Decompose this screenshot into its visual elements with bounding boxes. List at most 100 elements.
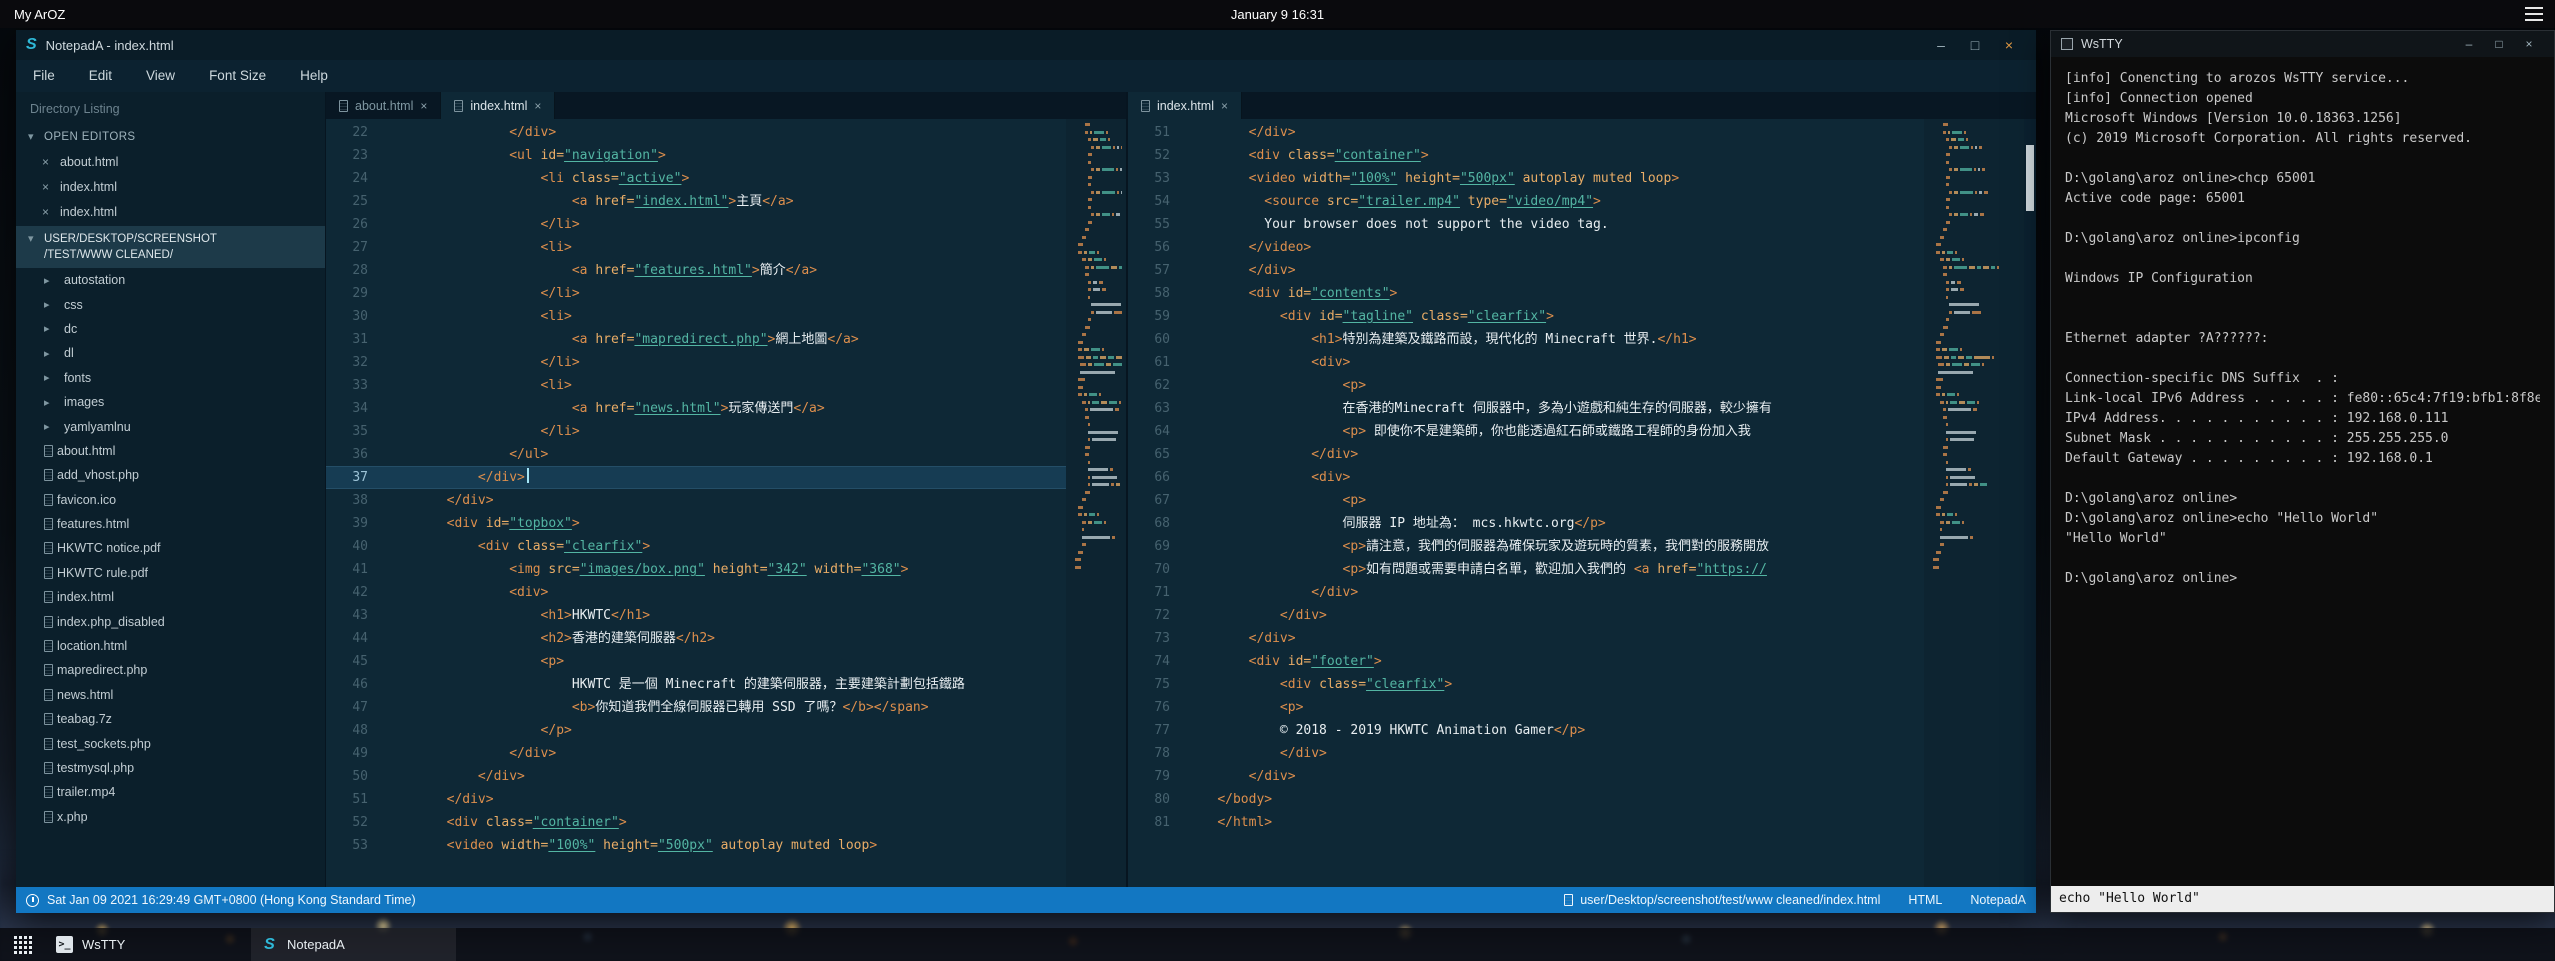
code-line[interactable]: 74 <div id="footer"> [1128, 650, 1924, 673]
tree-file[interactable]: HKWTC rule.pdf [16, 561, 325, 585]
tree-folder[interactable]: ▸images [16, 390, 325, 414]
tree-folder[interactable]: ▸fonts [16, 366, 325, 390]
code-line[interactable]: 27 <li> [326, 236, 1066, 259]
code-line[interactable]: 41 <img src="images/box.png" height="342… [326, 558, 1066, 581]
tree-file[interactable]: teabag.7z [16, 707, 325, 731]
code-line[interactable]: 58 <div id="contents"> [1128, 282, 1924, 305]
code-line[interactable]: 26 </li> [326, 213, 1066, 236]
code-line[interactable]: 65 </div> [1128, 443, 1924, 466]
code-line[interactable]: 53 <video width="100%" height="500px" au… [326, 834, 1066, 857]
code-line[interactable]: 31 <a href="mapredirect.php">網上地圖</a> [326, 328, 1066, 351]
tree-file[interactable]: trailer.mp4 [16, 780, 325, 804]
close-icon[interactable]: × [1221, 99, 1228, 113]
close-icon[interactable]: × [534, 99, 541, 113]
code-line[interactable]: 61 <div> [1128, 351, 1924, 374]
code-line[interactable]: 37 </div> [326, 466, 1066, 489]
close-icon[interactable]: × [42, 155, 60, 169]
tree-folder[interactable]: ▸css [16, 292, 325, 316]
tree-folder[interactable]: ▸dl [16, 341, 325, 365]
tree-file[interactable]: add_vhost.php [16, 463, 325, 487]
tree-file[interactable]: testmysql.php [16, 756, 325, 780]
tree-folder[interactable]: ▸yamlyamlnu [16, 414, 325, 438]
tree-file[interactable]: test_sockets.php [16, 731, 325, 755]
code-line[interactable]: 62 <p> [1128, 374, 1924, 397]
code-line[interactable]: 33 <li> [326, 374, 1066, 397]
wstty-title-bar[interactable]: WsTTY – □ × [2051, 31, 2554, 57]
code-line[interactable]: 76 <p> [1128, 696, 1924, 719]
code-line[interactable]: 70 <p>如有問題或需要申請白名單，歡迎加入我們的 <a href="http… [1128, 558, 1924, 581]
code-line[interactable]: 59 <div id="tagline" class="clearfix"> [1128, 305, 1924, 328]
code-line[interactable]: 38 </div> [326, 489, 1066, 512]
open-editor-item[interactable]: ×about.html [16, 149, 325, 174]
editor-scrollbar[interactable] [2024, 119, 2036, 887]
status-file[interactable]: user/Desktop/screenshot/test/www cleaned… [1564, 893, 1880, 907]
code-line[interactable]: 67 <p> [1128, 489, 1924, 512]
code-line[interactable]: 22 </div> [326, 121, 1066, 144]
code-line[interactable]: 80 </body> [1128, 788, 1924, 811]
code-line[interactable]: 25 <a href="index.html">主頁</a> [326, 190, 1066, 213]
scrollbar-thumb[interactable] [2026, 145, 2034, 211]
code-line[interactable]: 32 </li> [326, 351, 1066, 374]
code-line[interactable]: 36 </ul> [326, 443, 1066, 466]
close-icon[interactable]: × [42, 205, 60, 219]
code-line[interactable]: 34 <a href="news.html">玩家傳送門</a> [326, 397, 1066, 420]
tree-folder[interactable]: ▸autostation [16, 268, 325, 292]
code-line[interactable]: 52 <div class="container"> [1128, 144, 1924, 167]
code-line[interactable]: 46 HKWTC 是一個 Minecraft 的建築伺服器，主要建築計劃包括鐵路 [326, 673, 1066, 696]
code-line[interactable]: 53 <video width="100%" height="500px" au… [1128, 167, 1924, 190]
minimap-1[interactable] [1924, 119, 2024, 887]
open-editors-section[interactable]: ▾ OPEN EDITORS [16, 124, 325, 149]
tree-file[interactable]: index.html [16, 585, 325, 609]
menu-edit[interactable]: Edit [72, 60, 129, 92]
terminal-output[interactable]: [info] Conencting to arozos WsTTY servic… [2051, 57, 2554, 886]
close-icon[interactable]: × [42, 180, 60, 194]
tree-file[interactable]: favicon.ico [16, 488, 325, 512]
code-line[interactable]: 71 </div> [1128, 581, 1924, 604]
maximize-button[interactable]: □ [2484, 31, 2514, 57]
code-line[interactable]: 75 <div class="clearfix"> [1128, 673, 1924, 696]
code-line[interactable]: 72 </div> [1128, 604, 1924, 627]
code-line[interactable]: 40 <div class="clearfix"> [326, 535, 1066, 558]
code-line[interactable]: 30 <li> [326, 305, 1066, 328]
close-icon[interactable]: × [420, 99, 427, 113]
tab-index-html[interactable]: index.html× [1128, 92, 1242, 119]
code-line[interactable]: 29 </li> [326, 282, 1066, 305]
taskbar-item-wstty[interactable]: >_WsTTY [46, 928, 251, 961]
tab-index-html[interactable]: index.html× [441, 92, 555, 119]
minimize-button[interactable]: – [2454, 31, 2484, 57]
code-lines-1[interactable]: 51 </div>52 <div class="container">53 <v… [1128, 119, 1924, 887]
tree-file[interactable]: news.html [16, 683, 325, 707]
code-line[interactable]: 81 </html> [1128, 811, 1924, 834]
code-line[interactable]: 50 </div> [326, 765, 1066, 788]
menu-font-size[interactable]: Font Size [192, 60, 283, 92]
code-line[interactable]: 42 <div> [326, 581, 1066, 604]
tab-about-html[interactable]: about.html× [326, 92, 441, 119]
hamburger-menu-icon[interactable] [2525, 7, 2543, 21]
code-line[interactable]: 47 <b>你知道我們全線伺服器已轉用 SSD 了嗎？</b></span> [326, 696, 1066, 719]
code-line[interactable]: 66 <div> [1128, 466, 1924, 489]
code-line[interactable]: 68 伺服器 IP 地址為： mcs.hkwtc.org</p> [1128, 512, 1924, 535]
code-line[interactable]: 39 <div id="topbox"> [326, 512, 1066, 535]
code-line[interactable]: 56 </video> [1128, 236, 1924, 259]
tree-file[interactable]: about.html [16, 439, 325, 463]
code-line[interactable]: 52 <div class="container"> [326, 811, 1066, 834]
code-line[interactable]: 44 <h2>香港的建築伺服器</h2> [326, 627, 1066, 650]
code-line[interactable]: 48 </p> [326, 719, 1066, 742]
code-line[interactable]: 55 Your browser does not support the vid… [1128, 213, 1924, 236]
taskbar-item-notepada[interactable]: SNotepadA [251, 928, 456, 961]
code-line[interactable]: 57 </div> [1128, 259, 1924, 282]
status-language-mode[interactable]: HTML [1908, 893, 1942, 907]
code-lines-0[interactable]: 22 </div>23 <ul id="navigation">24 <li c… [326, 119, 1066, 887]
code-line[interactable]: 23 <ul id="navigation"> [326, 144, 1066, 167]
code-line[interactable]: 28 <a href="features.html">簡介</a> [326, 259, 1066, 282]
code-line[interactable]: 51 </div> [1128, 121, 1924, 144]
workspace-folder-header[interactable]: ▾ USER/DESKTOP/SCREENSHOT /TEST/WWW CLEA… [16, 226, 325, 268]
terminal-input[interactable]: echo "Hello World" [2051, 886, 2554, 912]
aroz-brand[interactable]: My ArOZ [0, 7, 65, 22]
minimize-button[interactable]: – [1924, 30, 1958, 60]
menu-file[interactable]: File [16, 60, 72, 92]
code-line[interactable]: 73 </div> [1128, 627, 1924, 650]
code-line[interactable]: 45 <p> [326, 650, 1066, 673]
open-editor-item[interactable]: ×index.html [16, 174, 325, 199]
close-button[interactable]: × [1992, 30, 2026, 60]
